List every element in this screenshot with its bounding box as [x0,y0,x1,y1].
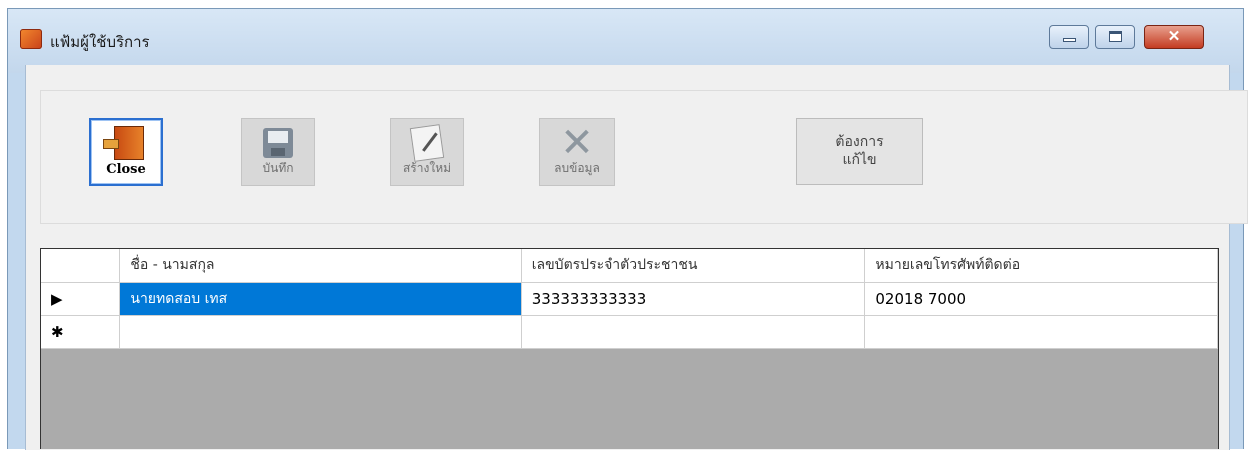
column-header-phone[interactable]: หมายเลขโทรศัพท์ติดต่อ [864,249,1218,283]
app-icon [20,29,42,49]
toolbar-panel [40,90,1248,224]
edit-button[interactable]: ต้องการ แก้ไข [796,118,923,185]
new-cell-id-card[interactable] [521,315,866,349]
save-button[interactable]: บันทึก [241,118,315,186]
new-cell-phone[interactable] [864,315,1218,349]
delete-button-label: ลบข้อมูล [554,161,600,175]
minimize-icon [1063,38,1076,42]
delete-x-icon: ✕ [560,120,594,166]
table-row[interactable]: ▶ นายทดสอบ เทส 333333333333 02018 7000 [41,282,1218,316]
window-title: แฟ้มผู้ใช้บริการ [50,33,150,51]
notepad-pencil-icon [409,124,445,162]
new-button-label: สร้างใหม่ [402,161,452,175]
new-button[interactable]: สร้างใหม่ [390,118,464,186]
new-row[interactable]: ✱ [41,315,1218,349]
maximize-icon [1109,31,1122,42]
cell-id-card[interactable]: 333333333333 [521,282,866,316]
new-cell-name[interactable] [119,315,522,349]
floppy-disk-icon [263,128,293,158]
close-window-button[interactable]: ✕ [1144,25,1204,49]
delete-button[interactable]: ✕ ลบข้อมูล [539,118,615,186]
close-button-label: Close [106,162,146,177]
column-header-id-card[interactable]: เลขบัตรประจำตัวประชาชน [521,249,866,283]
current-row-indicator[interactable]: ▶ [41,282,121,316]
cell-phone[interactable]: 02018 7000 [864,282,1218,316]
exit-door-icon [103,126,144,160]
title-bar[interactable]: แฟ้มผู้ใช้บริการ ✕ [8,9,1243,73]
grid-header-row: ชื่อ - นามสกุล เลขบัตรประจำตัวประชาชน หม… [41,249,1218,283]
maximize-button[interactable] [1095,25,1135,49]
column-header-name[interactable]: ชื่อ - นามสกุล [119,249,522,283]
new-row-indicator[interactable]: ✱ [41,315,121,349]
close-button[interactable]: Close [89,118,163,186]
cell-name[interactable]: นายทดสอบ เทส [119,282,522,316]
row-header-corner [41,249,121,283]
close-icon: ✕ [1167,28,1181,45]
minimize-button[interactable] [1049,25,1089,49]
customer-data-grid[interactable]: ชื่อ - นามสกุล เลขบัตรประจำตัวประชาชน หม… [40,248,1219,449]
edit-button-label: ต้องการ แก้ไข [835,134,884,168]
save-button-label: บันทึก [262,161,294,175]
